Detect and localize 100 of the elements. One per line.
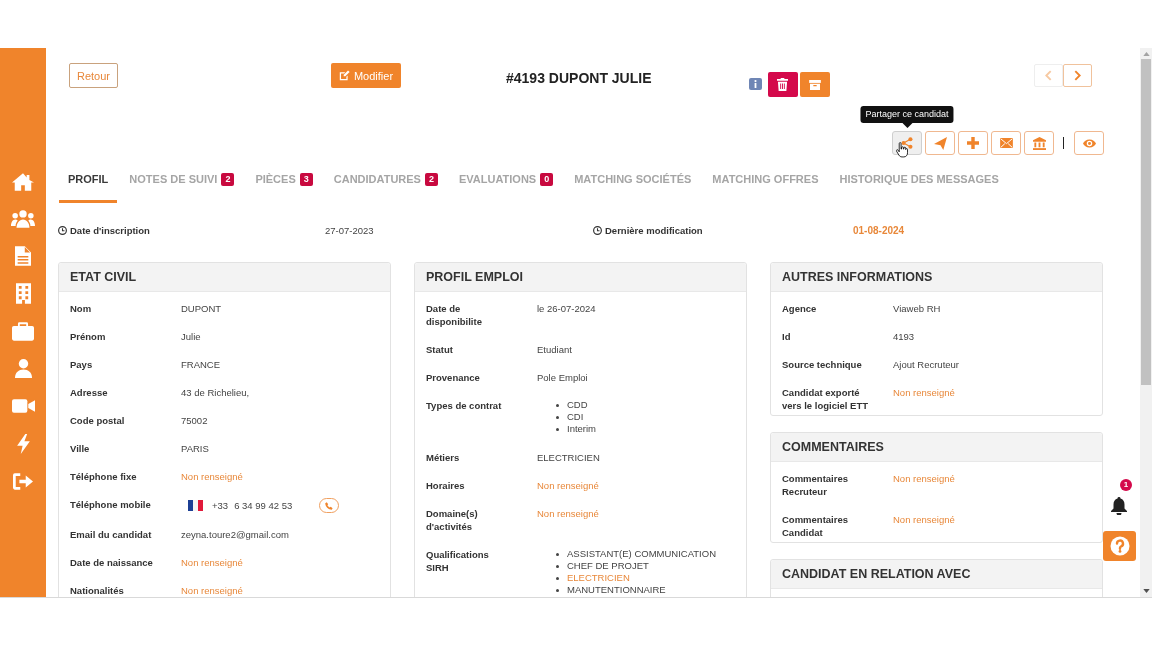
archive-button[interactable] [799, 72, 830, 97]
scroll-down-icon[interactable] [1142, 589, 1150, 593]
tab[interactable]: EVALUATIONS 0 [449, 165, 563, 203]
field-value: Julie [181, 330, 201, 343]
tooltip: Partager ce candidat [860, 106, 954, 128]
users-icon[interactable] [11, 209, 35, 228]
field-value: 4193 [893, 330, 915, 343]
tab[interactable]: CANDIDATURES 2 [324, 165, 447, 203]
hand-cursor-icon [896, 142, 908, 158]
phone-icon [325, 501, 334, 510]
field-value: Non renseigné [893, 472, 955, 485]
field-value: Ajout Recruteur [893, 358, 959, 371]
scrollbar-thumb[interactable] [1141, 59, 1151, 385]
card-header: AUTRES INFORMATIONS [771, 263, 1102, 292]
list-item: MANUTENTIONNAIRE [567, 584, 666, 596]
lightning-bolt-icon[interactable] [16, 433, 30, 454]
date-value: 27-07-2023 [325, 224, 374, 237]
video-camera-icon[interactable] [11, 398, 35, 414]
count-badge: 2 [221, 173, 235, 186]
phone-number: 6 34 99 42 53 [234, 499, 293, 512]
list-item: CDI [567, 411, 584, 423]
page-title: #4193 DUPONT JULIE [506, 70, 652, 86]
field-label: Provenance [426, 371, 481, 384]
count-badge: 2 [424, 173, 438, 186]
bullet-icon [556, 427, 559, 431]
bullet-icon [556, 415, 559, 419]
call-button[interactable] [319, 498, 340, 513]
field-label: Statut [426, 343, 454, 356]
tab[interactable]: NOTES DE SUIVI 2 [120, 165, 244, 203]
mail-button[interactable] [991, 131, 1021, 155]
add-button[interactable] [958, 131, 988, 155]
trash-icon [777, 78, 788, 91]
chevron-right-icon [1074, 70, 1081, 81]
field-label: Qualifications SIRH [426, 548, 490, 574]
briefcase-icon[interactable] [12, 321, 34, 341]
bell-icon[interactable] [1111, 497, 1127, 515]
tab[interactable]: PIÈCES 3 [246, 165, 322, 203]
field-value: 75002 [181, 414, 208, 427]
scrollbar[interactable] [1140, 48, 1152, 597]
date-value: 01-08-2024 [853, 224, 905, 237]
bullet-icon [556, 552, 559, 556]
field-label: Source technique [782, 358, 863, 371]
field-value: Non renseigné [893, 386, 955, 399]
field-label: Commentaires Recruteur [782, 472, 849, 498]
field-label: Ville [70, 442, 91, 455]
list-item: ELECTRICIEN [567, 572, 630, 584]
count-badge: 3 [299, 173, 313, 186]
card-header: COMMENTAIRES [771, 433, 1102, 462]
field-value: Pole Emploi [537, 371, 588, 384]
tab[interactable]: PROFIL [59, 165, 118, 203]
field-label: Agence [782, 302, 818, 315]
bank-button[interactable] [1024, 131, 1054, 155]
field-label: Téléphone mobile [70, 498, 152, 511]
archive-box-icon [808, 79, 821, 90]
field-label: Code postal [70, 414, 126, 427]
count-badge: 0 [540, 173, 554, 186]
field-label: Candidat exporté vers le logiciel ETT [782, 386, 870, 412]
field-label: Pays [70, 358, 94, 371]
field-label: Date de naissance [70, 556, 154, 569]
building-icon[interactable] [15, 283, 31, 304]
field-label: Domaine(s) d'activités [426, 507, 479, 533]
info-icon [748, 78, 762, 90]
home-icon[interactable] [12, 171, 34, 191]
edit-icon [338, 70, 350, 81]
field-value: Non renseigné [181, 584, 243, 597]
user-icon[interactable] [14, 359, 32, 378]
date-label: Dernière modification [605, 224, 703, 237]
view-button[interactable] [1074, 131, 1104, 155]
clock-icon [593, 226, 602, 235]
sign-out-icon[interactable] [13, 472, 33, 490]
list-item: ASSISTANT(E) COMMUNICATION [567, 548, 716, 560]
field-value: Etudiant [537, 343, 572, 356]
field-value: le 26-07-2024 [537, 302, 596, 315]
field-value: PARIS [181, 442, 209, 455]
eye-icon [1082, 138, 1096, 148]
scroll-up-icon[interactable] [1142, 52, 1150, 56]
chevron-left-icon [1045, 70, 1052, 81]
field-label: Nom [70, 302, 93, 315]
notification-badge: 1 [1120, 479, 1132, 491]
field-value: Non renseigné [537, 479, 599, 492]
field-label: Horaires [426, 479, 466, 492]
field-label: Email du candidat [70, 528, 153, 541]
card-header: ETAT CIVIL [59, 263, 390, 292]
field-label: Téléphone fixe [70, 470, 138, 483]
field-value: Viaweb RH [893, 302, 941, 315]
list-item: Interim [567, 423, 597, 435]
card-header: PROFIL EMPLOI [415, 263, 746, 292]
bullet-icon [556, 564, 559, 568]
plus-icon [967, 137, 979, 149]
field-value: Non renseigné [181, 470, 243, 483]
flag-icon [188, 500, 203, 511]
help-button[interactable] [1103, 531, 1136, 561]
list-item: CHEF DE PROJET [567, 560, 649, 572]
list-item: CDD [567, 399, 588, 411]
next-button[interactable] [1063, 64, 1092, 87]
document-icon[interactable] [15, 246, 31, 266]
field-value: Non renseigné [537, 507, 599, 520]
delete-button[interactable] [767, 72, 798, 97]
field-value: ELECTRICIEN [537, 451, 600, 464]
field-value: Non renseigné [181, 556, 243, 569]
